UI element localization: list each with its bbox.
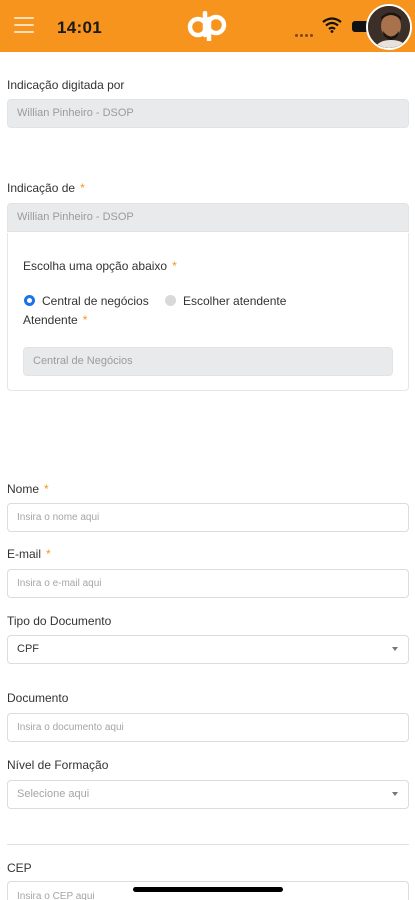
radio-escolher-atendente[interactable]	[165, 295, 176, 306]
radio-escolher-atendente-label[interactable]: Escolher atendente	[183, 294, 286, 308]
typed-by-field: Willian Pinheiro - DSOP	[7, 99, 409, 128]
required-marker: *	[44, 482, 49, 496]
chevron-down-icon	[392, 792, 398, 796]
chevron-down-icon	[392, 647, 398, 651]
radio-central-negocios-label[interactable]: Central de negócios	[42, 294, 149, 308]
cep-label: CEP	[7, 861, 32, 875]
name-text: Nome	[7, 482, 40, 496]
education-label: Nível de Formação	[7, 758, 109, 772]
options-panel: Escolha uma opção abaixo * Central de neg…	[7, 233, 409, 391]
email-input[interactable]: Insira o e-mail aqui	[7, 569, 409, 598]
document-input[interactable]: Insira o documento aqui	[7, 713, 409, 742]
hamburger-menu-icon[interactable]	[14, 17, 34, 35]
education-placeholder: Selecione aqui	[17, 788, 90, 800]
section-divider	[7, 844, 409, 845]
doc-type-label: Tipo do Documento	[7, 614, 112, 628]
radio-central-negocios[interactable]	[24, 295, 35, 306]
wifi-icon	[322, 17, 342, 33]
name-input[interactable]: Insira o nome aqui	[7, 503, 409, 532]
attendant-field: Central de Negócios	[23, 347, 393, 376]
indication-of-field: Willian Pinheiro - DSOP	[7, 203, 409, 232]
name-label: Nome *	[7, 482, 49, 496]
indication-of-text: Indicação de	[7, 181, 76, 195]
attendant-label: Atendente *	[23, 313, 87, 327]
choose-option-text: Escolha uma opção abaixo	[23, 259, 168, 273]
app-header: 14:01	[0, 0, 415, 52]
education-select[interactable]: Selecione aqui	[7, 780, 409, 809]
email-label: E-mail *	[7, 547, 51, 561]
email-text: E-mail	[7, 547, 42, 561]
attendant-text: Atendente	[23, 313, 78, 327]
choose-option-label: Escolha uma opção abaixo *	[23, 259, 177, 273]
required-marker: *	[46, 547, 51, 561]
required-marker: *	[172, 259, 177, 273]
typed-by-label: Indicação digitada por	[7, 78, 125, 92]
dp-logo-icon	[187, 11, 227, 41]
doc-type-value: CPF	[17, 643, 39, 655]
required-marker: *	[82, 313, 88, 327]
status-time: 14:01	[57, 18, 102, 37]
avatar[interactable]	[366, 4, 412, 50]
doc-type-select[interactable]: CPF	[7, 635, 409, 664]
indication-of-label: Indicação de *	[7, 181, 85, 195]
home-indicator	[133, 887, 283, 892]
signal-icon	[295, 24, 317, 37]
required-marker: *	[80, 181, 85, 195]
document-label: Documento	[7, 691, 69, 705]
